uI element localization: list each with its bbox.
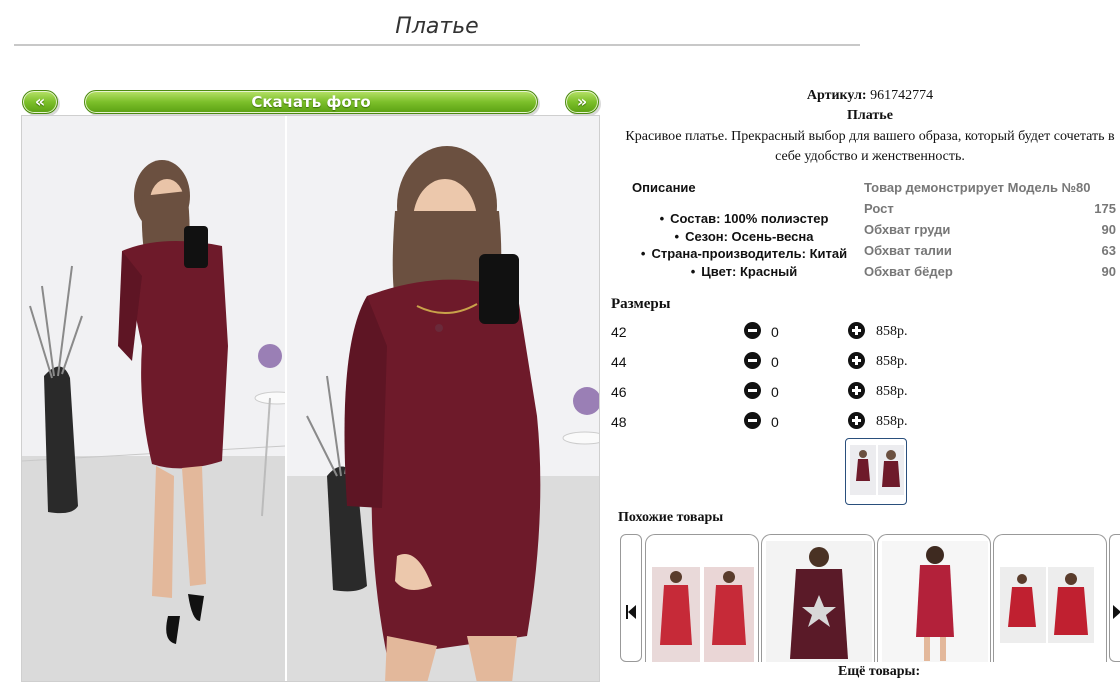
measurement-label: Рост xyxy=(864,201,894,216)
measurement-value: 175 xyxy=(1094,201,1116,216)
plus-icon[interactable] xyxy=(848,382,865,399)
carousel-next-button[interactable] xyxy=(1109,534,1120,662)
plus-icon[interactable] xyxy=(848,352,865,369)
description-title: Описание xyxy=(632,180,696,195)
measurement-value: 63 xyxy=(1101,243,1116,258)
size-row-44: 44 0 858р. xyxy=(611,348,931,378)
carousel-prev-button[interactable] xyxy=(620,534,642,662)
plus-icon[interactable] xyxy=(848,412,865,429)
similar-product-card[interactable] xyxy=(877,534,991,662)
product-photo-gallery xyxy=(21,115,600,682)
measurement-row: Обхват бёдер 90 xyxy=(864,261,1116,282)
spec-item: Страна-производитель: Китай xyxy=(620,245,868,263)
quantity-value: 0 xyxy=(771,354,779,370)
measurement-row: Рост 175 xyxy=(864,198,1116,219)
measurement-value: 90 xyxy=(1101,222,1116,237)
product-photo-closeup[interactable] xyxy=(287,116,599,681)
size-label: 42 xyxy=(611,324,627,340)
measurement-value: 90 xyxy=(1101,264,1116,279)
minus-icon[interactable] xyxy=(744,352,761,369)
size-label: 48 xyxy=(611,414,627,430)
model-measurements: Товар демонстрирует Модель №80 Рост 175 … xyxy=(864,177,1116,282)
sku-row: Артикул: 961742774 xyxy=(620,86,1120,106)
size-label: 44 xyxy=(611,354,627,370)
size-row-42: 42 0 858р. xyxy=(611,318,931,348)
similar-product-card[interactable] xyxy=(645,534,759,662)
measurement-row: Обхват талии 63 xyxy=(864,240,1116,261)
measurement-label: Обхват груди xyxy=(864,222,951,237)
product-photo-full[interactable] xyxy=(22,116,285,681)
product-name: Платье xyxy=(847,108,893,123)
size-price: 858р. xyxy=(876,324,908,339)
product-info: Артикул: 961742774 Платье Красивое плать… xyxy=(620,86,1120,167)
measurement-row: Обхват груди 90 xyxy=(864,219,1116,240)
size-price: 858р. xyxy=(876,384,908,399)
skip-forward-icon xyxy=(1113,605,1120,619)
prev-photo-button[interactable]: « xyxy=(22,90,58,114)
size-price: 858р. xyxy=(876,414,908,429)
sizes-title: Размеры xyxy=(611,296,671,312)
sku-label: Артикул: xyxy=(806,88,867,103)
similar-product-card[interactable] xyxy=(761,534,875,662)
next-photo-button[interactable]: » xyxy=(565,90,599,114)
size-row-46: 46 0 858р. xyxy=(611,378,931,408)
similar-products-title: Похожие товары xyxy=(618,510,724,525)
size-price: 858р. xyxy=(876,354,908,369)
measurement-label: Обхват талии xyxy=(864,243,952,258)
plus-icon[interactable] xyxy=(848,322,865,339)
minus-icon[interactable] xyxy=(744,412,761,429)
size-label: 46 xyxy=(611,384,627,400)
quantity-value: 0 xyxy=(771,414,779,430)
model-heading: Товар демонстрирует Модель №80 xyxy=(864,180,1091,195)
spec-item: Сезон: Осень-весна xyxy=(620,228,868,246)
minus-icon[interactable] xyxy=(744,382,761,399)
photo-thumbnail[interactable] xyxy=(845,438,907,505)
sku-value: 961742774 xyxy=(870,88,934,103)
more-products-link[interactable]: Ещё товары: xyxy=(838,664,920,680)
measurement-label: Обхват бёдер xyxy=(864,264,953,279)
similar-product-card[interactable] xyxy=(993,534,1107,662)
size-row-48: 48 0 858р. xyxy=(611,408,931,438)
spec-list: Состав: 100% полиэстер Сезон: Осень-весн… xyxy=(620,210,868,280)
spec-item: Состав: 100% полиэстер xyxy=(620,210,868,228)
spec-item: Цвет: Красный xyxy=(620,263,868,281)
skip-back-icon xyxy=(626,605,636,619)
product-description: Красивое платье. Прекрасный выбор для ва… xyxy=(625,129,1115,164)
quantity-value: 0 xyxy=(771,324,779,340)
page-title: Платье xyxy=(14,14,860,46)
quantity-value: 0 xyxy=(771,384,779,400)
download-photo-button[interactable]: Скачать фото xyxy=(84,90,538,114)
minus-icon[interactable] xyxy=(744,322,761,339)
